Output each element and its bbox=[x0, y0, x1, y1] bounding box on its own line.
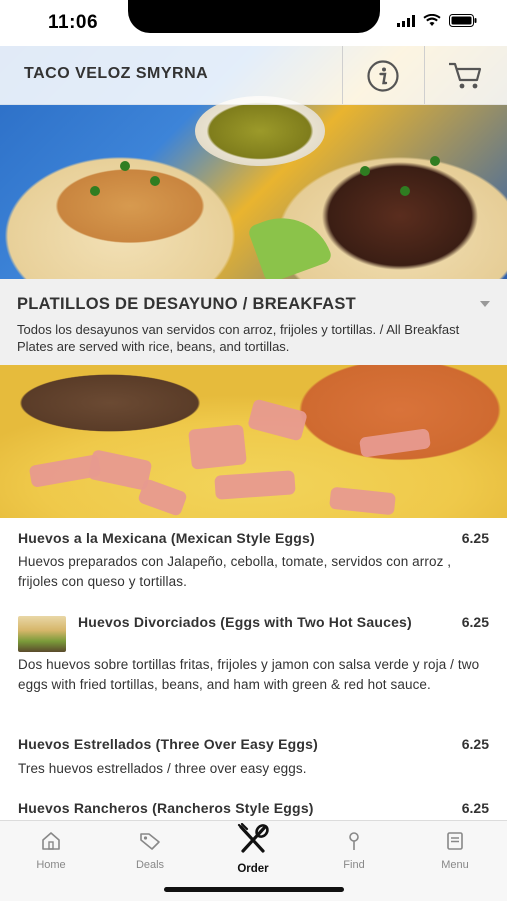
tab-order[interactable]: Order bbox=[218, 822, 288, 875]
item-thumbnail bbox=[18, 616, 66, 652]
garnish bbox=[430, 156, 440, 166]
garnish bbox=[360, 166, 370, 176]
item-name: Huevos Rancheros (Rancheros Style Eggs) bbox=[18, 800, 314, 816]
tab-label: Deals bbox=[135, 859, 165, 871]
status-bar: 11:06 bbox=[0, 0, 507, 46]
tab-home[interactable]: Home bbox=[16, 831, 86, 871]
item-name: Huevos a la Mexicana (Mexican Style Eggs… bbox=[18, 530, 315, 546]
ham-piece bbox=[329, 486, 396, 516]
status-time: 11:06 bbox=[48, 12, 99, 33]
battery-icon bbox=[449, 14, 477, 27]
item-name: Huevos Estrellados (Three Over Easy Eggs… bbox=[18, 736, 318, 752]
tag-icon bbox=[140, 833, 160, 850]
menu-category-header[interactable]: PLATILLOS DE DESAYUNO / BREAKFAST Todos … bbox=[0, 279, 507, 365]
ham-piece bbox=[188, 424, 247, 470]
item-description: Tres huevos estrellados / three over eas… bbox=[18, 761, 307, 776]
ham-piece bbox=[358, 428, 432, 458]
category-description: Todos los desayunos van servidos con arr… bbox=[17, 322, 460, 354]
tab-label: Find bbox=[343, 859, 365, 871]
item-price: 6.25 bbox=[461, 736, 489, 752]
ham-piece bbox=[247, 398, 308, 442]
item-name: Huevos Divorciados (Eggs with Two Hot Sa… bbox=[78, 614, 412, 630]
garnish bbox=[90, 186, 100, 196]
info-icon bbox=[367, 60, 399, 92]
menu-item[interactable]: Huevos Estrellados (Three Over Easy Eggs… bbox=[0, 724, 507, 789]
garnish bbox=[120, 161, 130, 171]
signal-icon bbox=[397, 14, 415, 27]
home-icon bbox=[42, 832, 60, 850]
header-divider bbox=[342, 46, 343, 104]
utensils-icon bbox=[237, 822, 269, 853]
home-indicator bbox=[164, 887, 344, 892]
item-description: Huevos preparados con Jalapeño, cebolla,… bbox=[18, 554, 452, 589]
device-notch bbox=[128, 0, 380, 33]
tab-deals[interactable]: Deals bbox=[115, 831, 185, 871]
lime-wedge bbox=[246, 203, 334, 279]
tab-label: Order bbox=[237, 863, 269, 875]
salsa-bowl bbox=[195, 96, 325, 166]
category-title: PLATILLOS DE DESAYUNO / BREAKFAST bbox=[17, 295, 357, 313]
tab-find[interactable]: Find bbox=[319, 831, 389, 871]
garnish bbox=[400, 186, 410, 196]
ham-piece bbox=[214, 470, 296, 500]
cart-icon bbox=[449, 62, 482, 89]
cart-button[interactable] bbox=[445, 56, 485, 96]
wifi-icon bbox=[423, 14, 441, 26]
tab-label: Menu bbox=[441, 859, 469, 871]
ham-piece bbox=[137, 478, 188, 517]
item-price: 6.25 bbox=[461, 614, 489, 630]
item-description: Dos huevos sobre tortillas fritas, frijo… bbox=[18, 657, 480, 692]
item-price: 6.25 bbox=[461, 800, 489, 816]
garnish bbox=[150, 176, 160, 186]
chevron-down-icon[interactable] bbox=[480, 301, 490, 307]
status-icons bbox=[397, 14, 477, 27]
restaurant-title: TACO VELOZ SMYRNA bbox=[24, 65, 209, 82]
info-button[interactable] bbox=[363, 56, 403, 96]
menu-item[interactable]: Huevos Divorciados (Eggs with Two Hot Sa… bbox=[0, 602, 507, 725]
app-header: TACO VELOZ SMYRNA bbox=[0, 46, 507, 105]
category-image bbox=[0, 365, 507, 518]
tab-menu[interactable]: Menu bbox=[420, 831, 490, 871]
menu-book-icon bbox=[447, 832, 463, 850]
header-divider bbox=[424, 46, 425, 104]
menu-item[interactable]: Huevos a la Mexicana (Mexican Style Eggs… bbox=[0, 518, 507, 603]
pin-icon bbox=[349, 832, 359, 850]
item-price: 6.25 bbox=[461, 530, 489, 546]
tab-label: Home bbox=[36, 859, 66, 871]
